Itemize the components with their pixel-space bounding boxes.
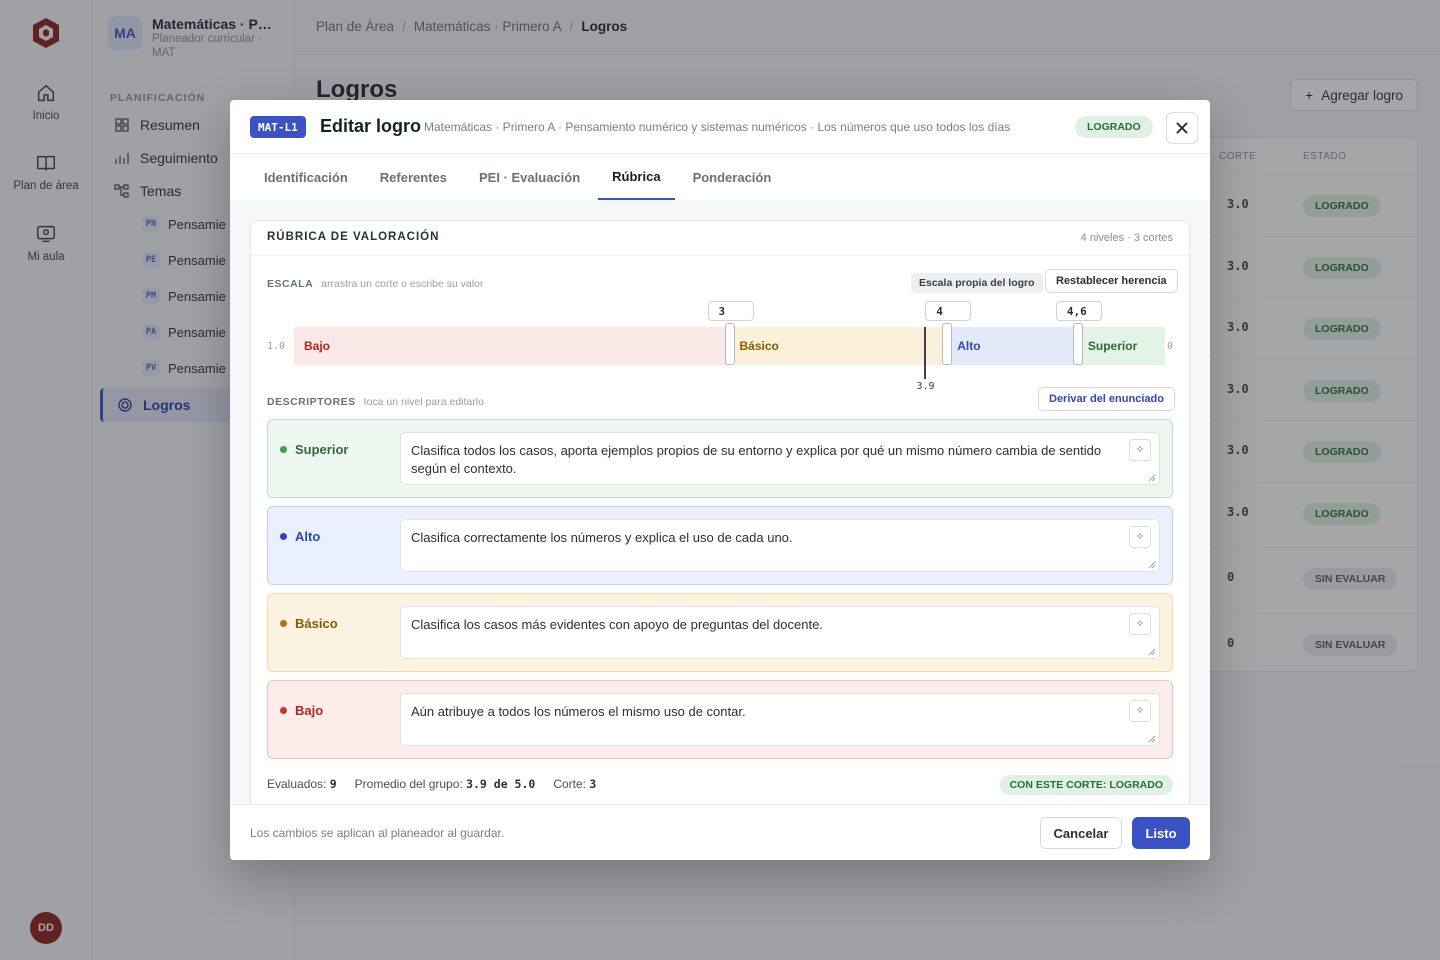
edit-logro-modal: MAT-L1 Editar logro Matemáticas · Primer…: [230, 100, 1210, 860]
close-button[interactable]: [1166, 112, 1198, 144]
modal-header: MAT-L1 Editar logro Matemáticas · Primer…: [230, 100, 1210, 154]
stat-label: Corte:: [553, 777, 587, 791]
stat-label: Evaluados:: [267, 777, 327, 791]
scale-band-label: Bajo: [304, 339, 331, 353]
stat-label: Promedio del grupo:: [354, 777, 463, 791]
cut-handle[interactable]: [724, 323, 735, 365]
rubric-meta: 4 niveles · 3 cortes: [1080, 232, 1173, 244]
descriptor-level-label: Básico: [295, 616, 338, 631]
resize-grip-icon[interactable]: [1148, 561, 1156, 569]
descriptor-superior[interactable]: Superior Clasifica todos los casos, aport…: [267, 419, 1173, 498]
scale-band-básico[interactable]: Básico: [729, 327, 948, 365]
scale-label: ESCALA: [267, 278, 314, 290]
descriptor-alto[interactable]: Alto Clasifica correctamente los números …: [267, 506, 1173, 585]
status-badge: LOGRADO: [1075, 116, 1153, 138]
level-dot-icon: [280, 620, 287, 627]
descriptor-textarea[interactable]: Aún atribuye a todos los números el mism…: [400, 693, 1160, 746]
scale-band-label: Superior: [1087, 339, 1138, 353]
descriptor-level-name: Bajo: [280, 703, 323, 718]
footer-note: Los cambios se aplican al planeador al g…: [250, 826, 505, 840]
scale-band-superior[interactable]: Superior: [1077, 327, 1165, 365]
derive-from-statement-button[interactable]: Derivar del enunciado: [1038, 387, 1175, 411]
cut-result-badge: CON ESTE CORTE: LOGRADO: [999, 775, 1173, 795]
sparkle-icon[interactable]: ✧: [1129, 613, 1151, 635]
descriptor-text: Clasifica correctamente los números y ex…: [411, 530, 793, 545]
descriptor-level-label: Alto: [295, 529, 321, 544]
scale-band-label: Alto: [957, 339, 981, 353]
logro-code-badge: MAT-L1: [250, 116, 306, 138]
group-average-marker: [924, 327, 927, 379]
stat-value: 3: [589, 777, 597, 791]
reset-inheritance-button[interactable]: Restablecer herencia: [1045, 269, 1178, 293]
descriptor-text: Clasifica todos los casos, aporta ejempl…: [411, 443, 1102, 476]
descriptor-textarea[interactable]: Clasifica los casos más evidentes con ap…: [400, 606, 1160, 659]
level-dot-icon: [280, 707, 287, 714]
descriptor-level-name: Superior: [280, 442, 348, 457]
descriptors-header: DESCRIPTORES toca un nivel para editarlo: [267, 393, 484, 408]
stat-evaluated: Evaluados: 9: [267, 777, 337, 791]
done-button[interactable]: Listo: [1132, 817, 1190, 849]
descriptor-textarea[interactable]: Clasifica todos los casos, aporta ejempl…: [400, 432, 1160, 485]
modal-context: Matemáticas · Primero A · Pensamiento nu…: [424, 120, 1011, 134]
tab-pei-evaluacion[interactable]: PEI · Evaluación: [465, 154, 594, 200]
sparkle-icon[interactable]: ✧: [1129, 700, 1151, 722]
scale-hint: arrastra un corte o escribe su valor: [321, 278, 484, 290]
cut-value-input[interactable]: 4: [925, 301, 972, 321]
group-average-label: 3.9: [916, 381, 935, 392]
resize-grip-icon[interactable]: [1148, 648, 1156, 656]
close-icon: [1176, 122, 1188, 134]
modal-footer: Los cambios se aplican al planeador al g…: [230, 804, 1210, 860]
scale-band-label: Básico: [739, 339, 779, 353]
stat-value: 9: [329, 777, 337, 791]
cancel-button[interactable]: Cancelar: [1040, 817, 1122, 849]
stat-cut: Corte: 3: [553, 777, 596, 791]
descriptor-level-name: Alto: [280, 529, 320, 544]
modal-title: Editar logro: [320, 116, 422, 136]
scale-header: ESCALA arrastra un corte o escribe su val…: [267, 275, 483, 290]
scale-band-bajo[interactable]: Bajo: [294, 327, 730, 365]
scale-min: 1.0: [267, 341, 286, 352]
descriptor-level-label: Superior: [295, 442, 349, 457]
resize-grip-icon[interactable]: [1148, 735, 1156, 743]
descriptor-básico[interactable]: Básico Clasifica los casos más evidentes …: [267, 593, 1173, 672]
cut-value-input[interactable]: 3: [707, 301, 754, 321]
stat-average: Promedio del grupo: 3.9 de 5.0: [355, 777, 536, 791]
level-dot-icon: [280, 533, 287, 540]
cut-value-input[interactable]: 4,6: [1055, 301, 1102, 321]
descriptor-text: Clasifica los casos más evidentes con ap…: [411, 617, 823, 632]
rubric-stats: Evaluados: 9 Promedio del grupo: 3.9 de …: [267, 777, 596, 791]
sparkle-icon[interactable]: ✧: [1129, 526, 1151, 548]
descriptor-textarea[interactable]: Clasifica correctamente los números y ex…: [400, 519, 1160, 572]
sparkle-icon[interactable]: ✧: [1129, 439, 1151, 461]
level-dot-icon: [280, 446, 287, 453]
tab-referentes[interactable]: Referentes: [366, 154, 461, 200]
descriptor-text: Aún atribuye a todos los números el mism…: [411, 704, 746, 719]
descriptor-level-name: Básico: [280, 616, 338, 631]
rubric-title: RÚBRICA DE VALORACIÓN: [267, 231, 440, 243]
divider: [251, 255, 1189, 256]
modal-tabs: Identificación Referentes PEI · Evaluaci…: [250, 154, 789, 200]
tab-ponderacion[interactable]: Ponderación: [679, 154, 786, 200]
modal-body[interactable]: RÚBRICA DE VALORACIÓN 4 niveles · 3 cort…: [230, 200, 1210, 804]
scale-max: 0: [1167, 341, 1174, 352]
descriptors-hint: toca un nivel para editarlo: [363, 396, 484, 408]
tab-rubrica[interactable]: Rúbrica: [598, 154, 675, 200]
rubric-card: RÚBRICA DE VALORACIÓN 4 niveles · 3 cort…: [250, 220, 1190, 804]
descriptor-level-label: Bajo: [295, 703, 324, 718]
cut-handle[interactable]: [942, 323, 953, 365]
cut-handle[interactable]: [1072, 323, 1083, 365]
tab-identificacion[interactable]: Identificación: [250, 154, 362, 200]
own-scale-chip: Escala propia del logro: [911, 273, 1043, 293]
descriptors-label: DESCRIPTORES: [267, 396, 356, 408]
resize-grip-icon[interactable]: [1148, 474, 1156, 482]
stat-value: 3.9 de 5.0: [466, 777, 536, 791]
scale-band-alto[interactable]: Alto: [947, 327, 1078, 365]
descriptor-bajo[interactable]: Bajo Aún atribuye a todos los números el …: [267, 680, 1173, 759]
